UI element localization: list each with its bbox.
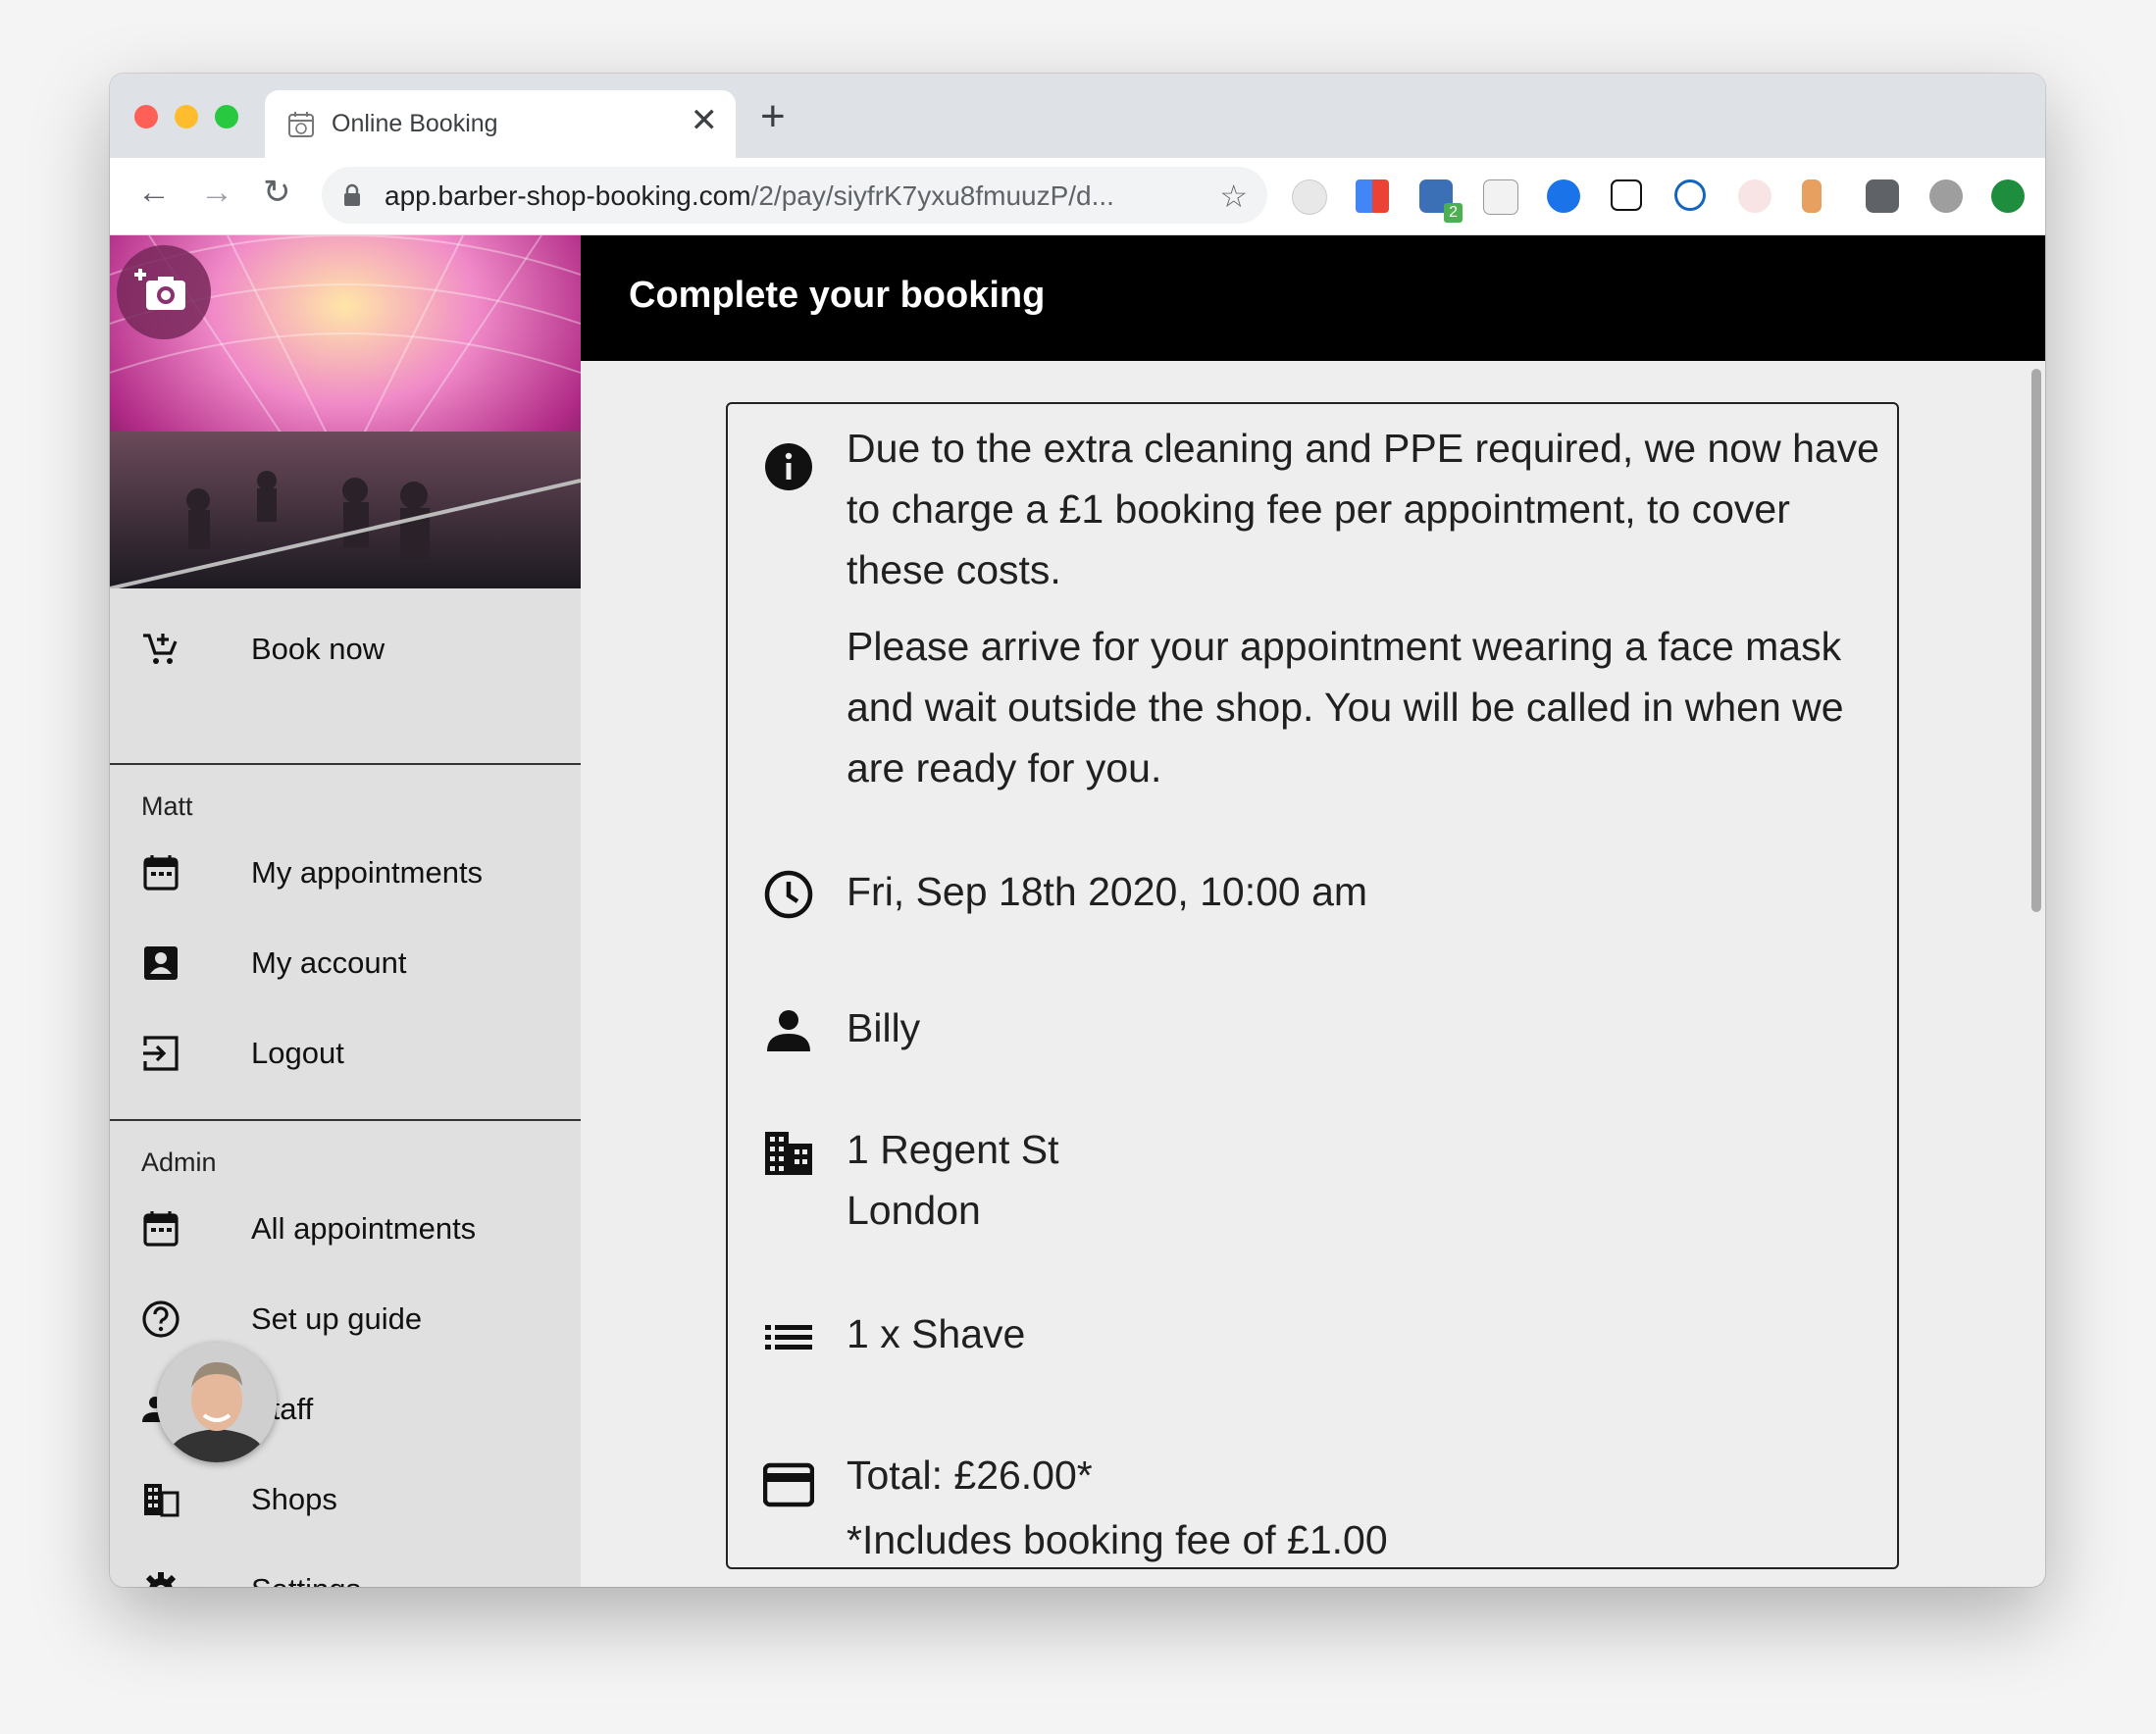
tab-online-booking[interactable]: Online Booking ✕: [265, 90, 736, 158]
back-button[interactable]: ←: [137, 176, 171, 209]
main-content: Due to the extra cleaning and PPE requir…: [581, 361, 2045, 1587]
exit-icon: [143, 1036, 179, 1071]
sidebar-item-label: Shops: [251, 1482, 337, 1516]
sidebar-item-all-appointments[interactable]: All appointments: [110, 1183, 581, 1271]
new-tab-button[interactable]: +: [760, 95, 786, 138]
sidebar-item-shops[interactable]: Shops: [110, 1454, 581, 1542]
sidebar-item-label: Book now: [251, 632, 385, 666]
user-section-label: Matt: [141, 791, 193, 821]
calendar-icon: [143, 1211, 179, 1247]
reload-button[interactable]: ↻: [263, 176, 291, 209]
sidebar-item-label: Settings: [251, 1572, 361, 1587]
calendar-favicon-icon: [288, 112, 314, 137]
staff-name: Billy: [847, 1005, 921, 1050]
url-path: /2/pay/siyfrK7yxu8fmuuzP/d...: [750, 180, 1114, 211]
browser-window: Online Booking ✕ + ← → ↻ app.barber-shop…: [110, 74, 2045, 1587]
mail-extension-icon[interactable]: [1483, 179, 1518, 215]
code-extension-icon[interactable]: 2: [1419, 179, 1463, 223]
tab-strip: Online Booking ✕ +: [110, 74, 2045, 158]
presenter-avatar: [157, 1343, 277, 1462]
account-box-icon: [144, 946, 178, 980]
ruler-extension-icon[interactable]: [1802, 179, 1822, 213]
forward-button[interactable]: →: [200, 176, 233, 209]
clock-icon: [764, 870, 813, 919]
sidebar-item-my-appointments[interactable]: My appointments: [110, 827, 581, 915]
booking-fee-notice: Due to the extra cleaning and PPE requir…: [847, 426, 1879, 592]
shop-address-line2: London: [847, 1188, 981, 1233]
google-extension-icon[interactable]: [1356, 179, 1389, 213]
pixel-extension-icon[interactable]: [1738, 179, 1771, 213]
list-icon: [765, 1325, 812, 1350]
person-photo: [157, 1343, 277, 1462]
sidebar-item-label: My account: [251, 945, 407, 980]
admin-section-label: Admin: [141, 1148, 217, 1177]
password-manager-icon[interactable]: [1674, 179, 1706, 211]
shop-cover-image: [110, 235, 581, 588]
booking-summary-card: Due to the extra cleaning and PPE requir…: [726, 402, 1899, 1569]
minimize-window-button[interactable]: [175, 105, 198, 128]
tab-title: Online Booking: [332, 110, 498, 137]
building-icon: [765, 1132, 812, 1175]
lock-icon: [344, 183, 360, 206]
tab-close-icon[interactable]: ✕: [691, 104, 719, 137]
browser-toolbar: ← → ↻ app.barber-shop-booking.com/2/pay/…: [110, 158, 2045, 235]
face-mask-notice: Please arrive for your appointment weari…: [847, 624, 1844, 790]
sidebar-item-settings[interactable]: Settings: [110, 1544, 581, 1587]
maximize-window-button[interactable]: [215, 105, 238, 128]
add-shopping-cart-icon: [143, 634, 178, 664]
extension-badge: 2: [1444, 203, 1463, 223]
sidebar-item-label: All appointments: [251, 1211, 477, 1246]
notion-icon[interactable]: [1611, 179, 1642, 211]
help-circle-icon: [142, 1300, 180, 1338]
building-icon: [144, 1484, 180, 1517]
person-icon: [767, 1010, 810, 1051]
app-bar: Complete your booking: [581, 235, 2045, 361]
add-photo-icon: [134, 269, 185, 310]
profile-avatar-icon[interactable]: [1929, 179, 1963, 213]
appointment-datetime: Fri, Sep 18th 2020, 10:00 am: [847, 869, 1368, 914]
booking-fee-note: *Includes booking fee of £1.00: [847, 1517, 1388, 1562]
sidebar-divider: [110, 1119, 581, 1121]
booking-total: Total: £26.00*: [847, 1453, 1093, 1498]
url-text: app.barber-shop-booking.com/2/pay/siyfrK…: [385, 180, 1114, 212]
address-bar[interactable]: app.barber-shop-booking.com/2/pay/siyfrK…: [322, 167, 1267, 224]
calendar-icon: [143, 855, 179, 891]
scrollbar[interactable]: [2031, 369, 2041, 912]
update-arrow-icon[interactable]: [1991, 179, 2025, 213]
change-photo-button[interactable]: [117, 245, 211, 339]
close-window-button[interactable]: [134, 105, 158, 128]
page-title: Complete your booking: [629, 275, 1046, 316]
sidebar-divider: [110, 763, 581, 765]
bookmark-star-icon[interactable]: ☆: [1219, 178, 1248, 215]
shop-address-line1: 1 Regent St: [847, 1127, 1059, 1172]
url-host: app.barber-shop-booking.com: [385, 180, 751, 211]
info-icon: [765, 443, 812, 490]
sidebar-item-set-up-guide[interactable]: Set up guide: [110, 1273, 581, 1361]
sidebar-item-label: Logout: [251, 1036, 344, 1070]
sidebar-item-logout[interactable]: Logout: [110, 1007, 581, 1096]
sidebar-item-my-account[interactable]: My account: [110, 917, 581, 1005]
sidebar-item-book-now[interactable]: Book now: [110, 603, 581, 691]
react-devtools-icon[interactable]: [1292, 179, 1327, 215]
sidebar-item-label: Set up guide: [251, 1301, 423, 1336]
bookmark-extension-icon[interactable]: [1547, 179, 1580, 213]
service-item: 1 x Shave: [847, 1311, 1026, 1356]
sidebar-item-label: My appointments: [251, 855, 484, 890]
credit-card-icon: [763, 1462, 814, 1507]
gear-icon: [145, 1572, 177, 1587]
puzzle-extensions-icon[interactable]: [1866, 179, 1899, 213]
